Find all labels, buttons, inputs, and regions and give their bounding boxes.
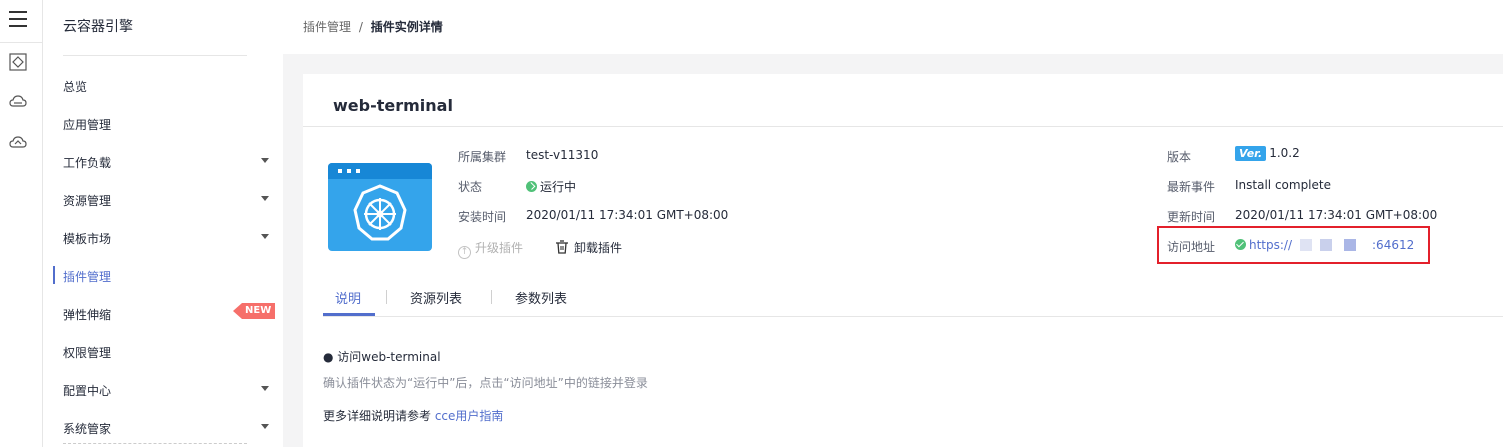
sidebar-item[interactable]: 配置中心 — [43, 371, 283, 409]
trash-icon — [556, 240, 568, 254]
status-value: 运行中 — [526, 178, 576, 195]
sidebar-item-label: 模板市场 — [63, 232, 112, 246]
cce-guide-link[interactable]: cce用户指南 — [435, 409, 504, 423]
plugin-name: web-terminal — [333, 96, 453, 115]
sidebar-dashed-divider — [63, 443, 247, 444]
tab-description[interactable]: 说明 — [335, 288, 361, 307]
plugin-logo-icon — [328, 163, 432, 251]
install-time-label: 安装时间 — [458, 210, 507, 224]
sidebar-item[interactable]: 模板市场 — [43, 219, 283, 257]
sidebar: 云容器引擎 总览应用管理工作负载资源管理模板市场插件管理弹性伸缩 NEW 权限管理配… — [43, 0, 283, 447]
tab-parameter-list[interactable]: 参数列表 — [515, 288, 567, 307]
sidebar-item[interactable]: 应用管理 — [43, 105, 283, 143]
breadcrumb-separator: / — [358, 20, 363, 34]
card-divider — [303, 126, 1503, 127]
sidebar-item-label: 权限管理 — [63, 346, 112, 360]
status-text: 运行中 — [540, 180, 577, 194]
sidebar-title: 云容器引擎 — [63, 19, 133, 35]
chevron-down-icon — [261, 196, 269, 201]
cloud-icon[interactable] — [8, 132, 28, 152]
logo-dot — [338, 169, 342, 173]
upgrade-arrow-icon: ↑ — [458, 246, 471, 259]
update-time-value: 2020/01/11 17:34:01 GMT+08:00 — [1235, 208, 1438, 222]
breadcrumb-current: 插件实例详情 — [370, 20, 443, 34]
latest-event-label: 最新事件 — [1167, 180, 1216, 194]
logo-window-bar — [328, 163, 432, 179]
chevron-down-icon — [261, 234, 269, 239]
tabs-baseline — [323, 316, 1503, 317]
chevron-down-icon — [261, 424, 269, 429]
access-ok-icon — [1235, 239, 1246, 250]
sidebar-item[interactable]: 资源管理 — [43, 181, 283, 219]
sidebar-item-label: 工作负载 — [63, 156, 112, 170]
tab-separator — [491, 290, 492, 304]
sidebar-item[interactable]: 系统管家 — [43, 409, 283, 447]
top-bar: 插件管理 / 插件实例详情 — [283, 0, 1503, 54]
sidebar-item[interactable]: 弹性伸缩 NEW — [43, 295, 283, 333]
cluster-label: 所属集群 — [458, 150, 507, 164]
sidebar-divider — [63, 55, 247, 56]
masked-address — [1292, 239, 1373, 251]
tab-resource-list[interactable]: 资源列表 — [410, 288, 462, 307]
sidebar-item-label: 应用管理 — [63, 118, 112, 132]
sidebar-item[interactable]: 插件管理 — [43, 257, 283, 295]
chevron-down-icon — [261, 158, 269, 163]
access-address-label: 访问地址 — [1167, 240, 1216, 254]
helm-wheel-icon — [353, 184, 407, 241]
sidebar-item-label: 总览 — [63, 80, 88, 94]
latest-event-value: Install complete — [1235, 178, 1331, 192]
status-label: 状态 — [458, 180, 483, 194]
rail-divider — [0, 42, 43, 43]
cluster-value: test-v11310 — [526, 148, 599, 162]
access-url-suffix: :64612 — [1372, 238, 1415, 252]
version-number: 1.0.2 — [1269, 146, 1300, 160]
cloud-storage-icon[interactable] — [8, 92, 28, 112]
upgrade-plugin-button[interactable]: ↑ 升级插件 — [458, 239, 523, 259]
access-url-prefix: https:// — [1249, 238, 1293, 252]
new-badge: NEW — [233, 303, 276, 319]
update-time-label: 更新时间 — [1167, 210, 1216, 224]
version-label: 版本 — [1167, 150, 1192, 164]
install-time-value: 2020/01/11 17:34:01 GMT+08:00 — [526, 208, 729, 222]
version-badge: Ver. — [1235, 146, 1267, 161]
sidebar-item[interactable]: 工作负载 — [43, 143, 283, 181]
logo-dot — [356, 169, 360, 173]
version-value: Ver. 1.0.2 — [1235, 146, 1300, 161]
uninstall-plugin-label: 卸载插件 — [574, 241, 623, 255]
access-address-value: https:// :64612 — [1235, 238, 1414, 252]
doc-note: 确认插件状态为“运行中”后，点击“访问地址”中的链接并登录 — [323, 376, 648, 390]
plugin-detail-card: web-terminal 所属集群 test-v11310 状态 运行中 安装时… — [303, 74, 1503, 447]
running-status-icon — [526, 181, 537, 192]
chevron-down-icon — [261, 386, 269, 391]
upgrade-plugin-label: 升级插件 — [475, 241, 524, 255]
icon-rail — [0, 0, 43, 447]
access-url-link[interactable]: https:// :64612 — [1249, 238, 1414, 252]
sidebar-item-label: 配置中心 — [63, 384, 112, 398]
menu-icon[interactable] — [9, 11, 27, 27]
sidebar-item-label: 系统管家 — [63, 422, 112, 436]
active-indicator — [53, 266, 55, 284]
sidebar-item-label: 资源管理 — [63, 194, 112, 208]
uninstall-plugin-button[interactable]: 卸载插件 — [555, 239, 622, 256]
container-engine-icon[interactable] — [8, 52, 28, 72]
doc-more: 更多详细说明请参考 cce用户指南 — [323, 407, 503, 424]
sidebar-item[interactable]: 权限管理 — [43, 333, 283, 371]
breadcrumb-parent[interactable]: 插件管理 — [303, 20, 351, 34]
doc-heading: ● 访问web-terminal — [323, 350, 441, 364]
doc-more-prefix: 更多详细说明请参考 — [323, 409, 435, 423]
sidebar-item-label: 插件管理 — [63, 270, 112, 284]
sidebar-item[interactable]: 总览 — [43, 67, 283, 105]
active-tab-indicator — [323, 313, 375, 316]
breadcrumb: 插件管理 / 插件实例详情 — [303, 18, 443, 35]
logo-dot — [347, 169, 351, 173]
sidebar-item-label: 弹性伸缩 — [63, 308, 112, 322]
tab-separator — [386, 290, 387, 304]
